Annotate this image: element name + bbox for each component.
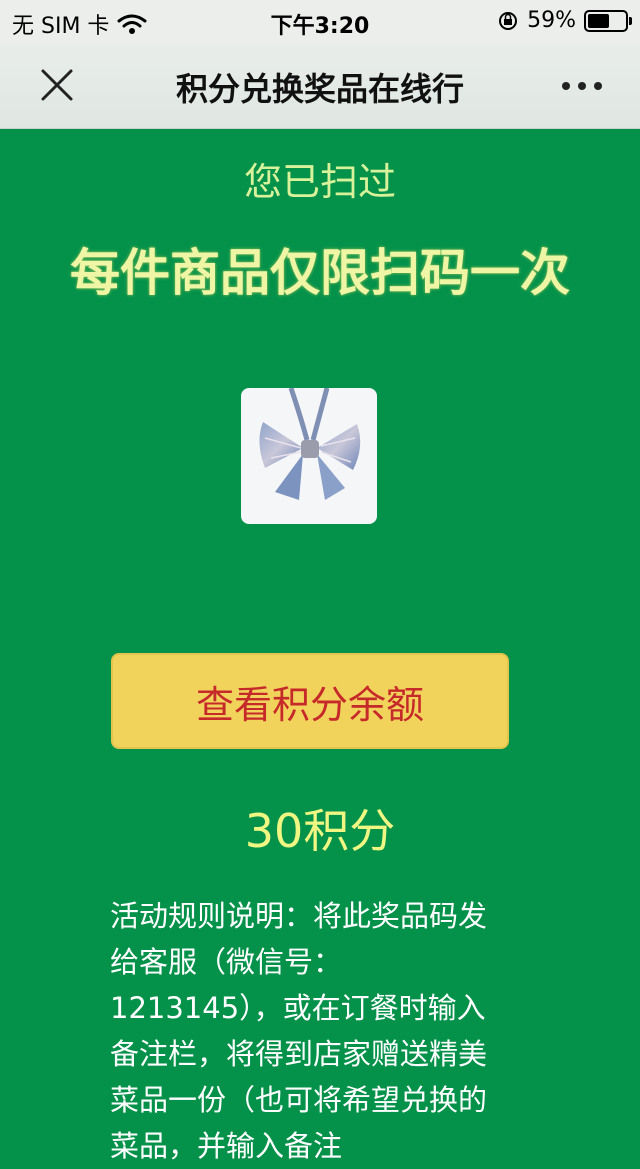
- status-bar-right: 59%: [497, 8, 632, 33]
- close-icon[interactable]: [38, 66, 76, 104]
- battery-percent: 59%: [527, 8, 576, 33]
- nav-bar: 积分兑换奖品在线行: [0, 44, 640, 129]
- lock-rotation-icon: [497, 10, 519, 32]
- main-content: 您已扫过 每件商品仅限扫码一次 查看积分余额 30积分 活动规则说明：将此奖品码…: [0, 129, 640, 1163]
- battery-icon: [584, 9, 632, 32]
- product-image: [241, 388, 377, 524]
- points-balance: 30积分: [244, 804, 396, 858]
- more-icon[interactable]: [560, 76, 604, 96]
- battery-fill: [588, 13, 609, 28]
- scanned-notice: 您已扫过: [243, 160, 396, 204]
- check-points-button[interactable]: 查看积分余额: [111, 653, 509, 749]
- status-bar: 无 SIM 卡 下午3:20 59%: [0, 0, 640, 44]
- scan-limit-headline: 每件商品仅限扫码一次: [70, 244, 570, 302]
- page-title: 积分兑换奖品在线行: [175, 70, 464, 108]
- bow-tie-icon: [259, 388, 361, 500]
- activity-rules: 活动规则说明：将此奖品码发给客服（微信号：1213145），或在订餐时输入备注栏…: [110, 899, 488, 1163]
